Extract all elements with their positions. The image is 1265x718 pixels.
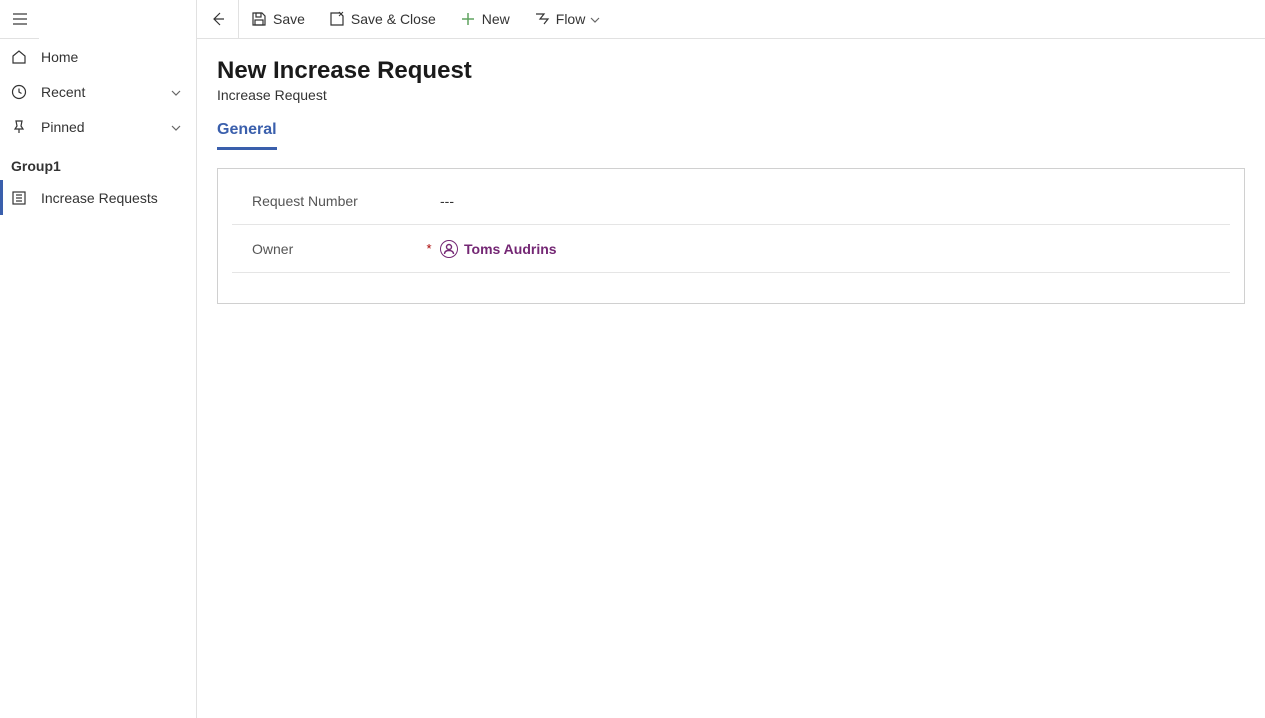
save-close-icon: [329, 11, 345, 27]
save-close-button[interactable]: Save & Close: [317, 0, 448, 38]
new-button-label: New: [482, 11, 510, 27]
save-button[interactable]: Save: [239, 0, 317, 38]
owner-label: Owner: [252, 241, 293, 257]
save-close-button-label: Save & Close: [351, 11, 436, 27]
save-button-label: Save: [273, 11, 305, 27]
owner-name: Toms Audrins: [464, 241, 557, 257]
save-icon: [251, 11, 267, 27]
sidebar-group-header: Group1: [0, 144, 196, 180]
flow-icon: [534, 11, 550, 27]
flow-button-label: Flow: [556, 11, 586, 27]
pin-icon: [11, 119, 27, 135]
sidebar-item-label: Recent: [41, 84, 85, 100]
flow-button[interactable]: Flow: [522, 0, 614, 38]
hamburger-menu-button[interactable]: [0, 0, 39, 39]
request-number-label: Request Number: [252, 193, 358, 209]
field-request-number[interactable]: Request Number ---: [232, 177, 1230, 225]
list-icon: [11, 190, 27, 206]
chevron-down-icon: [170, 121, 182, 133]
sidebar-item-label: Home: [41, 49, 78, 65]
plus-icon: [460, 11, 476, 27]
new-button[interactable]: New: [448, 0, 522, 38]
page-title: New Increase Request: [217, 57, 1245, 85]
sidebar-item-home[interactable]: Home: [0, 39, 196, 74]
request-number-value: ---: [436, 193, 454, 209]
chevron-down-icon: [170, 86, 182, 98]
sidebar-item-increase-requests[interactable]: Increase Requests: [0, 180, 196, 215]
home-icon: [11, 49, 27, 65]
tab-list: General: [217, 121, 1245, 150]
sidebar-item-recent[interactable]: Recent: [0, 74, 196, 109]
sidebar-item-label: Pinned: [41, 119, 85, 135]
owner-lookup-value[interactable]: Toms Audrins: [436, 240, 557, 258]
chevron-down-icon: [589, 13, 601, 25]
tab-general[interactable]: General: [217, 121, 277, 150]
hamburger-icon: [12, 11, 28, 27]
back-button[interactable]: [197, 0, 239, 38]
sidebar-item-pinned[interactable]: Pinned: [0, 109, 196, 144]
person-icon: [440, 240, 458, 258]
required-mark: *: [422, 241, 436, 256]
field-owner[interactable]: Owner * Toms Audrins: [232, 225, 1230, 273]
clock-icon: [11, 84, 27, 100]
command-bar: Save Save & Close New: [197, 0, 1265, 39]
sidebar-item-label: Increase Requests: [41, 190, 158, 206]
page-subtitle: Increase Request: [217, 87, 1245, 103]
arrow-left-icon: [210, 11, 226, 27]
form-panel: Request Number --- Owner *: [217, 168, 1245, 304]
